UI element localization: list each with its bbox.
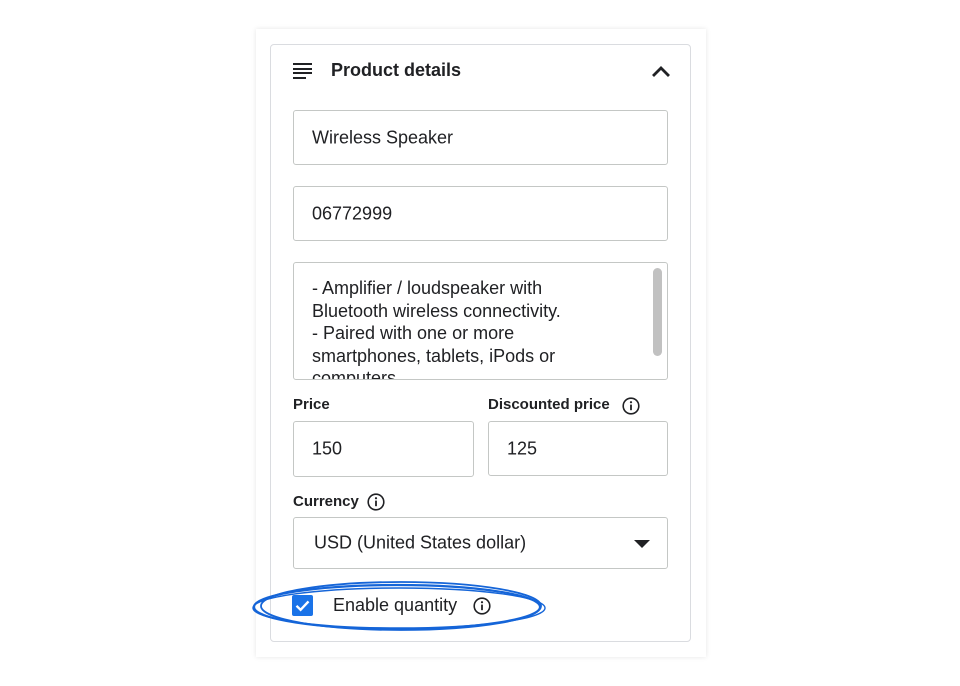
- currency-select[interactable]: USD (United States dollar): [293, 517, 668, 569]
- panel-title: Product details: [331, 60, 462, 80]
- enable-quantity-label: Enable quantity: [333, 595, 458, 615]
- discounted-price-value: 125: [507, 438, 538, 458]
- price-input[interactable]: 150: [293, 421, 474, 477]
- info-icon[interactable]: [473, 597, 491, 615]
- dropdown-arrow-icon: [634, 540, 650, 548]
- description-value: - Amplifier / loudspeaker with Bluetooth…: [312, 278, 561, 380]
- discounted-price-input[interactable]: 125: [488, 421, 668, 476]
- price-value: 150: [312, 438, 343, 459]
- chevron-up-icon[interactable]: [650, 63, 672, 79]
- currency-label: Currency: [293, 493, 359, 510]
- product-name-value: Wireless Speaker: [312, 127, 454, 147]
- info-icon[interactable]: [622, 397, 640, 415]
- product-name-input[interactable]: Wireless Speaker: [293, 110, 668, 165]
- info-icon[interactable]: [367, 493, 385, 511]
- price-label: Price: [293, 396, 330, 413]
- currency-value: USD (United States dollar): [314, 532, 527, 553]
- enable-quantity-checkbox[interactable]: [292, 595, 313, 616]
- checkmark-icon: [295, 600, 310, 612]
- product-code-value: 06772999: [312, 203, 393, 223]
- description-textarea[interactable]: - Amplifier / loudspeaker with Bluetooth…: [293, 262, 668, 380]
- discounted-price-label: Discounted price: [488, 396, 610, 413]
- description-scrollbar[interactable]: [653, 268, 662, 356]
- menu-lines-icon: [293, 63, 312, 79]
- product-code-input[interactable]: 06772999: [293, 186, 668, 241]
